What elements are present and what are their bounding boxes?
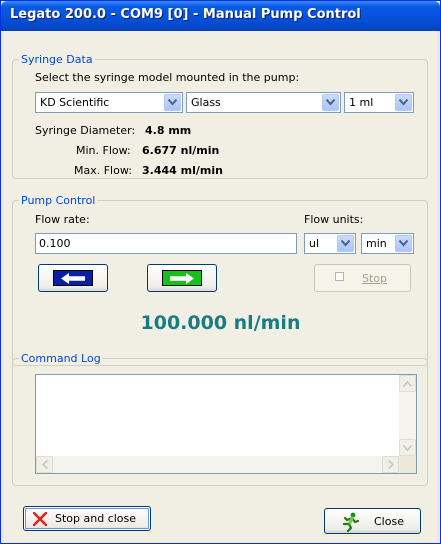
max-flow-value: 3.444 ml/min: [142, 164, 223, 177]
pump-control-legend: Pump Control: [21, 194, 96, 207]
flow-unit-time-value: min: [366, 237, 387, 250]
syringe-data-legend: Syringe Data: [21, 53, 93, 66]
flow-unit-time-select[interactable]: min: [361, 233, 414, 254]
arrow-right-icon: [170, 273, 194, 284]
chevron-down-icon[interactable]: [337, 235, 354, 252]
flow-rate-label: Flow rate:: [35, 213, 90, 226]
chevron-up-icon: [403, 381, 412, 387]
window: Legato 200.0 - COM9 [0] - Manual Pump Co…: [0, 0, 441, 544]
log-horizontal-scrollbar[interactable]: [36, 456, 399, 473]
arrow-left-icon: [61, 273, 85, 284]
syringe-material-select[interactable]: Glass: [186, 92, 341, 113]
diameter-value: 4.8 mm: [145, 124, 192, 137]
syringe-manufacturer-value: KD Scientific: [40, 96, 110, 109]
chevron-left-icon: [42, 460, 48, 469]
syringe-manufacturer-select[interactable]: KD Scientific: [35, 92, 183, 113]
infuse-indicator: [162, 270, 202, 286]
syringe-material-value: Glass: [191, 96, 221, 109]
flow-rate-input[interactable]: [35, 233, 297, 254]
stop-and-close-button[interactable]: Stop and close: [23, 506, 151, 531]
chevron-down-icon[interactable]: [164, 94, 181, 111]
min-flow-value: 6.677 nl/min: [142, 144, 220, 157]
max-flow-label: Max. Flow:: [74, 164, 132, 177]
running-man-icon: [342, 512, 360, 532]
infuse-button[interactable]: [147, 264, 217, 292]
red-x-icon: [33, 512, 47, 526]
stop-button[interactable]: Stop: [314, 264, 411, 292]
command-log-textarea[interactable]: [35, 374, 417, 474]
chevron-right-icon: [388, 460, 394, 469]
scroll-up-button[interactable]: [399, 375, 416, 392]
flow-unit-volume-value: ul: [309, 237, 320, 250]
chevron-down-icon[interactable]: [395, 235, 412, 252]
diameter-label: Syringe Diameter:: [35, 124, 136, 137]
title-bar[interactable]: Legato 200.0 - COM9 [0] - Manual Pump Co…: [1, 1, 440, 31]
withdraw-indicator: [53, 270, 93, 286]
chevron-down-icon[interactable]: [395, 94, 412, 111]
scroll-right-button[interactable]: [382, 456, 399, 473]
stop-label: Stop: [362, 272, 388, 285]
min-flow-label: Min. Flow:: [76, 144, 131, 157]
syringe-volume-value: 1 ml: [349, 96, 374, 109]
command-log-legend: Command Log: [21, 352, 101, 365]
flow-unit-volume-select[interactable]: ul: [304, 233, 356, 254]
syringe-volume-select[interactable]: 1 ml: [344, 92, 414, 113]
scroll-left-button[interactable]: [36, 456, 53, 473]
current-flow-rate: 100.000 nl/min: [140, 312, 301, 334]
withdraw-button[interactable]: [38, 264, 108, 292]
syringe-prompt: Select the syringe model mounted in the …: [35, 71, 300, 84]
chevron-down-icon[interactable]: [322, 94, 339, 111]
flow-rate-field[interactable]: [36, 234, 296, 253]
scroll-down-button[interactable]: [399, 439, 416, 456]
chevron-down-icon: [403, 445, 412, 451]
close-label: Close: [374, 515, 404, 528]
stop-and-close-label: Stop and close: [55, 512, 137, 525]
log-vertical-scrollbar[interactable]: [399, 375, 416, 456]
flow-units-label: Flow units:: [304, 213, 364, 226]
window-title: Legato 200.0 - COM9 [0] - Manual Pump Co…: [10, 7, 361, 22]
scrollbar-corner: [399, 456, 416, 473]
client-area: Syringe Data Select the syringe model mo…: [4, 31, 437, 542]
close-button[interactable]: Close: [324, 508, 421, 534]
stop-checkbox-icon: [335, 272, 344, 281]
